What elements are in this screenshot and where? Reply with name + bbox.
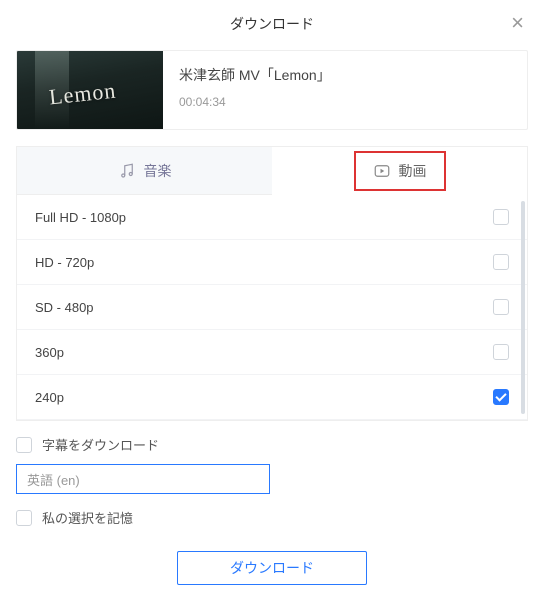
video-thumbnail: Lemon: [17, 51, 163, 129]
video-info: Lemon 米津玄師 MV「Lemon」 00:04:34: [16, 50, 528, 130]
quality-row[interactable]: Full HD - 1080p: [17, 195, 527, 240]
remember-label: 私の選択を記憶: [42, 508, 133, 527]
quality-checkbox[interactable]: [493, 389, 509, 405]
remember-option[interactable]: 私の選択を記憶: [16, 508, 528, 527]
language-placeholder: 英語 (en): [27, 470, 80, 489]
video-meta: 米津玄師 MV「Lemon」 00:04:34: [163, 51, 527, 129]
modal-header: ダウンロード ×: [0, 0, 544, 46]
quality-label: 360p: [35, 345, 64, 360]
download-button-label: ダウンロード: [230, 558, 314, 578]
close-icon[interactable]: ×: [511, 12, 524, 34]
quality-row[interactable]: 240p: [17, 375, 527, 420]
remember-checkbox[interactable]: [16, 510, 32, 526]
video-duration: 00:04:34: [179, 95, 511, 109]
quality-checkbox[interactable]: [493, 209, 509, 225]
tab-video[interactable]: 動画: [272, 147, 527, 195]
subtitle-label: 字幕をダウンロード: [42, 435, 159, 454]
language-select[interactable]: 英語 (en): [16, 464, 270, 494]
subtitle-option[interactable]: 字幕をダウンロード: [16, 435, 528, 454]
download-button[interactable]: ダウンロード: [177, 551, 367, 585]
quality-row[interactable]: 360p: [17, 330, 527, 375]
quality-label: 240p: [35, 390, 64, 405]
quality-row[interactable]: HD - 720p: [17, 240, 527, 285]
tab-music[interactable]: 音楽: [17, 147, 272, 195]
video-title: 米津玄師 MV「Lemon」: [179, 65, 511, 85]
options-panel: 字幕をダウンロード 英語 (en) 私の選択を記憶: [0, 421, 544, 527]
footer: ダウンロード: [0, 537, 544, 603]
subtitle-checkbox[interactable]: [16, 437, 32, 453]
quality-list: Full HD - 1080p HD - 720p SD - 480p 360p…: [16, 195, 528, 421]
scrollbar[interactable]: [521, 201, 525, 414]
tab-label: 音楽: [144, 161, 172, 181]
quality-checkbox[interactable]: [493, 299, 509, 315]
quality-row[interactable]: SD - 480p: [17, 285, 527, 330]
music-icon: [118, 162, 136, 180]
video-icon: [373, 162, 391, 180]
quality-label: HD - 720p: [35, 255, 94, 270]
quality-label: SD - 480p: [35, 300, 94, 315]
format-tabs: 音楽 動画: [16, 146, 528, 195]
thumbnail-text: Lemon: [48, 78, 118, 111]
tab-label: 動画: [399, 161, 427, 181]
modal-title: ダウンロード: [230, 14, 314, 34]
quality-checkbox[interactable]: [493, 344, 509, 360]
quality-checkbox[interactable]: [493, 254, 509, 270]
quality-label: Full HD - 1080p: [35, 210, 126, 225]
